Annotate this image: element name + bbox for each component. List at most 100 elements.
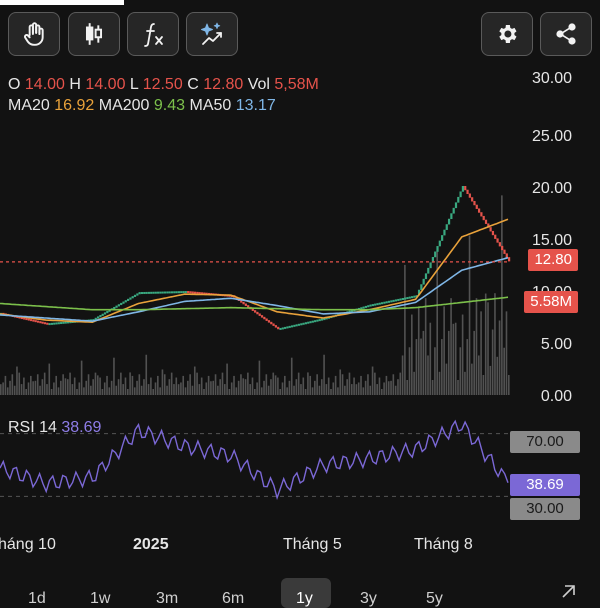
- volume-bar: [0, 384, 2, 395]
- volume-bar: [129, 372, 131, 395]
- candle: [489, 227, 492, 232]
- volume-bar: [362, 387, 365, 395]
- timeframe-3y[interactable]: 3y: [360, 590, 377, 608]
- candle: [117, 304, 120, 307]
- volume-bar: [385, 375, 388, 395]
- volume-bar: [184, 387, 187, 395]
- candle: [64, 321, 67, 324]
- candle: [290, 325, 294, 328]
- volume-bar: [25, 389, 27, 395]
- candle: [427, 267, 430, 274]
- volume-bar: [330, 389, 332, 395]
- volume-bar: [270, 379, 272, 395]
- volume-bar: [300, 384, 302, 395]
- volume-bar: [457, 380, 459, 395]
- candle: [129, 297, 132, 300]
- volume-bar: [274, 375, 277, 395]
- volume-bar: [318, 385, 321, 395]
- volume-bar: [103, 382, 106, 395]
- candle: [191, 291, 194, 294]
- volume-bar: [76, 389, 78, 395]
- volume-bar: [2, 382, 4, 395]
- volume-bar: [459, 347, 462, 395]
- timeframe-6m[interactable]: 6m: [222, 590, 244, 608]
- timeframe-1w[interactable]: 1w: [90, 590, 110, 608]
- volume-bar: [496, 356, 499, 395]
- volume-bar: [133, 387, 136, 395]
- timeframe-1d[interactable]: 1d: [28, 590, 46, 608]
- candle: [175, 291, 178, 294]
- candle: [484, 219, 488, 224]
- volume-bar: [193, 366, 196, 395]
- volume-bar: [272, 372, 275, 395]
- candle: [401, 298, 404, 301]
- candle: [436, 246, 439, 252]
- candle: [99, 315, 102, 318]
- candle: [34, 320, 37, 323]
- candle: [127, 298, 130, 302]
- candle: [422, 278, 425, 285]
- close-label: C: [187, 76, 199, 93]
- candle: [406, 297, 409, 300]
- volume-bar: [4, 375, 7, 395]
- volume-bar: [34, 380, 37, 395]
- function-icon: [139, 20, 167, 48]
- volume-bar: [71, 384, 74, 395]
- candle: [150, 291, 153, 294]
- top-strip: [0, 0, 124, 5]
- volume-bar: [441, 339, 443, 395]
- share-button[interactable]: [540, 12, 592, 56]
- volume-bar: [267, 385, 270, 395]
- chart-toolbar: [0, 0, 600, 64]
- volume-bar: [226, 363, 228, 395]
- volume-bar: [131, 375, 134, 395]
- candlestick-icon: [81, 21, 107, 47]
- candle: [404, 297, 407, 300]
- candle: [274, 325, 277, 328]
- candle: [62, 321, 65, 324]
- volume-bar: [411, 314, 413, 395]
- x-label-oct: háng 10: [0, 536, 56, 553]
- volume-bar: [461, 314, 464, 395]
- candle: [468, 193, 471, 198]
- volume-bar: [80, 360, 83, 395]
- volume-bar: [325, 384, 328, 395]
- price-chart[interactable]: 30.0025.0020.0015.0010.005.000.00: [0, 60, 600, 540]
- volume-bar: [191, 385, 194, 395]
- candle: [256, 311, 259, 315]
- timeframe-5y[interactable]: 5y: [426, 590, 443, 608]
- volume-value: 5,58M: [274, 76, 319, 93]
- candle: [39, 321, 42, 324]
- timeframe-1y[interactable]: 1y: [296, 590, 313, 608]
- candle: [242, 301, 245, 305]
- volume-bar: [120, 372, 122, 395]
- candle: [145, 291, 148, 294]
- volume-bar: [387, 381, 390, 395]
- ai-analysis-button[interactable]: [186, 12, 238, 56]
- candle: [260, 315, 264, 318]
- candle: [48, 323, 51, 326]
- candlestick-button[interactable]: [68, 12, 120, 56]
- volume-bar: [78, 382, 81, 395]
- volume-bar: [295, 379, 298, 395]
- volume-bar: [505, 311, 508, 395]
- volume-bar: [16, 366, 18, 395]
- volume-bar: [69, 372, 71, 395]
- indicator-function-button[interactable]: [127, 12, 179, 56]
- expand-icon[interactable]: [560, 584, 576, 605]
- volume-bar: [350, 384, 353, 395]
- settings-button[interactable]: [481, 12, 533, 56]
- candle: [143, 291, 146, 294]
- candle: [491, 230, 495, 236]
- volume-bar: [55, 375, 58, 395]
- candle: [447, 218, 451, 225]
- volume-bar: [249, 384, 251, 395]
- drag-hand-button[interactable]: [8, 12, 60, 56]
- price-axis-label: 30.00: [532, 70, 572, 87]
- candle: [101, 313, 104, 316]
- volume-bar: [182, 375, 185, 395]
- candle: [193, 291, 197, 294]
- timeframe-3m[interactable]: 3m: [156, 590, 178, 608]
- candle: [311, 320, 314, 323]
- volume-bar: [57, 387, 60, 395]
